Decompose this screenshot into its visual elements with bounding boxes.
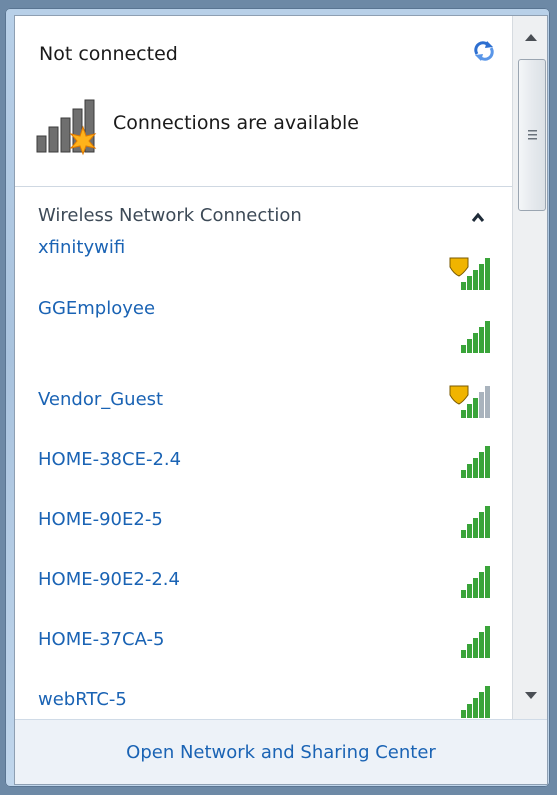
signal-strength-icon — [461, 506, 490, 538]
connection-status-header: Not connected Connections are available — [15, 16, 512, 186]
network-item[interactable]: GGEmployee — [15, 298, 512, 365]
network-item[interactable]: HOME-38CE-2.4 — [15, 430, 512, 490]
network-item[interactable]: Vendor_Guest — [15, 370, 512, 430]
vertical-scrollbar[interactable] — [512, 16, 547, 719]
network-item[interactable]: HOME-90E2-5 — [15, 490, 512, 550]
network-name: xfinitywifi — [38, 237, 126, 258]
network-name: HOME-90E2-2.4 — [38, 569, 180, 590]
signal-strength-icon — [461, 321, 490, 353]
signal-strength-icon — [461, 626, 490, 658]
network-name: GGEmployee — [38, 298, 156, 319]
scroll-down-icon[interactable] — [517, 681, 545, 709]
network-item[interactable]: HOME-37CA-5 — [15, 610, 512, 670]
open-network-sharing-center-link[interactable]: Open Network and Sharing Center — [15, 742, 547, 763]
wireless-network-section: Wireless Network Connection xfinitywifi … — [15, 187, 512, 719]
footer: Open Network and Sharing Center — [15, 719, 547, 784]
network-name: webRTC-5 — [38, 689, 127, 710]
signal-strength-icon — [461, 686, 490, 718]
section-title: Wireless Network Connection — [38, 205, 302, 226]
scroll-up-icon[interactable] — [517, 24, 545, 52]
signal-strength-icon — [461, 446, 490, 478]
network-name: HOME-37CA-5 — [38, 629, 165, 650]
connection-status-title: Not connected — [39, 43, 178, 65]
network-item[interactable]: xfinitywifi — [15, 237, 512, 302]
network-flyout: Not connected Connections are available … — [14, 15, 548, 785]
connections-available-text: Connections are available — [113, 112, 359, 134]
signal-shield-icon — [449, 257, 490, 290]
signal-strength-icon — [461, 566, 490, 598]
network-name: HOME-38CE-2.4 — [38, 449, 182, 470]
refresh-icon[interactable] — [471, 38, 497, 64]
signal-warning-icon — [36, 99, 97, 156]
network-name: HOME-90E2-5 — [38, 509, 163, 530]
grip-icon — [528, 130, 537, 140]
scroll-thumb[interactable] — [518, 59, 546, 211]
chevron-up-icon[interactable] — [469, 211, 487, 225]
signal-shield-icon — [449, 385, 490, 418]
network-name: Vendor_Guest — [38, 389, 164, 410]
network-item[interactable]: HOME-90E2-2.4 — [15, 550, 512, 610]
